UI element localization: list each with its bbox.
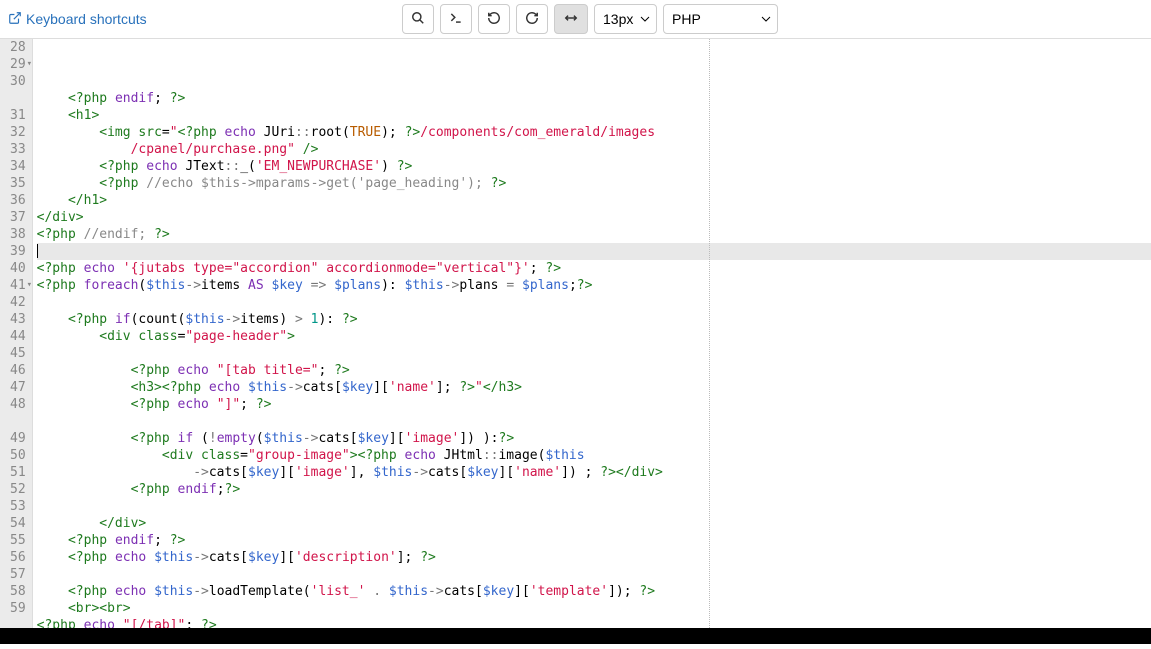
code-line[interactable] <box>37 413 1151 430</box>
code-line[interactable]: <?php if (!empty($this->cats[$key]['imag… <box>37 430 1151 447</box>
language-select[interactable]: PHP <box>663 4 778 34</box>
line-number: 54 <box>10 515 26 532</box>
code-line[interactable]: <?php if(count($this->items) > 1): ?> <box>37 311 1151 328</box>
wrap-button[interactable] <box>554 4 588 34</box>
line-number: 53 <box>10 498 26 515</box>
wrap-icon <box>563 11 579 28</box>
undo-icon <box>487 11 501 28</box>
print-margin <box>709 39 710 628</box>
code-line[interactable] <box>37 498 1151 515</box>
code-line[interactable]: </div> <box>37 209 1151 226</box>
link-label: Keyboard shortcuts <box>26 11 147 27</box>
line-number: 28 <box>10 39 26 56</box>
code-line[interactable]: <?php foreach($this->items AS $key => $p… <box>37 277 1151 294</box>
code-line[interactable] <box>37 566 1151 583</box>
code-line[interactable]: <br><br> <box>37 600 1151 617</box>
line-number <box>10 413 26 430</box>
code-line[interactable]: <h3><?php echo $this->cats[$key]['name']… <box>37 379 1151 396</box>
line-number: 55 <box>10 532 26 549</box>
code-line[interactable]: <?php endif; ?> <box>37 532 1151 549</box>
terminal-icon <box>449 11 463 28</box>
line-number: 39 <box>10 243 26 260</box>
search-icon <box>411 11 425 28</box>
line-number: 30 <box>10 73 26 90</box>
line-gutter: 282930 3132333435363738394041424344454647… <box>0 39 33 628</box>
code-line[interactable]: <?php endif; ?> <box>37 90 1151 107</box>
line-number: 37 <box>10 209 26 226</box>
redo-button[interactable] <box>516 4 548 34</box>
code-line[interactable]: <div class="page-header"> <box>37 328 1151 345</box>
line-number <box>10 90 26 107</box>
code-line[interactable]: <?php echo $this->loadTemplate('list_' .… <box>37 583 1151 600</box>
line-number: 48 <box>10 396 26 413</box>
line-number: 47 <box>10 379 26 396</box>
line-number: 46 <box>10 362 26 379</box>
line-number: 58 <box>10 583 26 600</box>
code-line[interactable]: <?php //endif; ?> <box>37 226 1151 243</box>
redo-icon <box>525 11 539 28</box>
code-line[interactable]: </h1> <box>37 192 1151 209</box>
line-number: 32 <box>10 124 26 141</box>
code-line[interactable]: <?php echo JText::_('EM_NEWPURCHASE') ?> <box>37 158 1151 175</box>
code-line[interactable]: <?php echo "[tab title="; ?> <box>37 362 1151 379</box>
undo-button[interactable] <box>478 4 510 34</box>
line-number: 41 <box>10 277 26 294</box>
line-number: 52 <box>10 481 26 498</box>
bottom-bar <box>0 628 1151 644</box>
code-line[interactable]: </div> <box>37 515 1151 532</box>
line-number: 51 <box>10 464 26 481</box>
line-number: 42 <box>10 294 26 311</box>
code-line-wrap[interactable]: ->cats[$key]['image'], $this->cats[$key]… <box>37 464 1151 481</box>
code-line[interactable] <box>37 345 1151 362</box>
code-line[interactable]: <?php echo '{jutabs type="accordion" acc… <box>37 260 1151 277</box>
code-line[interactable]: <div class="group-image"><?php echo JHtm… <box>37 447 1151 464</box>
line-number: 35 <box>10 175 26 192</box>
line-number: 38 <box>10 226 26 243</box>
line-number: 33 <box>10 141 26 158</box>
code-line[interactable] <box>37 243 1151 260</box>
keyboard-shortcuts-link[interactable]: Keyboard shortcuts <box>8 11 147 28</box>
line-number: 40 <box>10 260 26 277</box>
line-number: 34 <box>10 158 26 175</box>
code-line[interactable]: <?php echo $this->cats[$key]['descriptio… <box>37 549 1151 566</box>
code-line[interactable]: <?php endif;?> <box>37 481 1151 498</box>
fontsize-select[interactable]: 13px <box>594 4 657 34</box>
console-button[interactable] <box>440 4 472 34</box>
line-number: 45 <box>10 345 26 362</box>
line-number: 57 <box>10 566 26 583</box>
code-line[interactable]: <?php echo "]"; ?> <box>37 396 1151 413</box>
line-number: 50 <box>10 447 26 464</box>
code-line[interactable]: <?php echo "[/tab]"; ?> <box>37 617 1151 628</box>
code-line-wrap[interactable]: /cpanel/purchase.png" /> <box>37 141 1151 158</box>
line-number: 56 <box>10 549 26 566</box>
toolbar: Keyboard shortcuts 13px PHP <box>0 0 1151 38</box>
line-number: 44 <box>10 328 26 345</box>
code-line[interactable] <box>37 294 1151 311</box>
code-line[interactable]: <h1> <box>37 107 1151 124</box>
line-number: 59 <box>10 600 26 617</box>
code-editor[interactable]: 282930 3132333435363738394041424344454647… <box>0 38 1151 628</box>
code-line[interactable]: <?php //echo $this->mparams->get('page_h… <box>37 175 1151 192</box>
search-button[interactable] <box>402 4 434 34</box>
code-line[interactable]: <img src="<?php echo JUri::root(TRUE); ?… <box>37 124 1151 141</box>
line-number: 36 <box>10 192 26 209</box>
external-link-icon <box>8 11 22 28</box>
code-area[interactable]: <?php endif; ?> <h1> <img src="<?php ech… <box>33 39 1151 628</box>
line-number: 43 <box>10 311 26 328</box>
line-number: 29 <box>10 56 26 73</box>
line-number: 31 <box>10 107 26 124</box>
line-number: 49 <box>10 430 26 447</box>
